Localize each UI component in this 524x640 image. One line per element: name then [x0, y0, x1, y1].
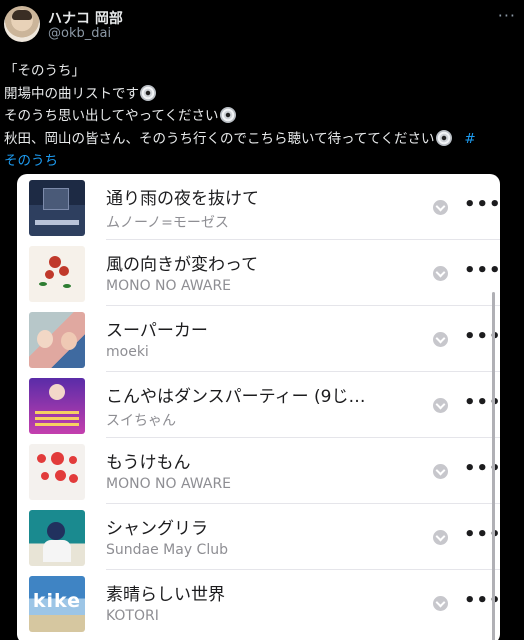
- tweet-line: そのうち思い出してやってください: [4, 105, 520, 128]
- track-row[interactable]: 通り雨の夜を抜けて ムノーノ=モーゼス •••: [17, 174, 500, 240]
- tweet-line: 「そのうち」: [4, 63, 85, 79]
- download-icon[interactable]: [433, 266, 448, 281]
- track-title: 素晴らしい世界: [106, 585, 225, 605]
- download-icon[interactable]: [433, 200, 448, 215]
- tweet: ハナコ 岡部 @okb_dai ··· 「そのうち」 開場中の曲リストです その…: [0, 0, 524, 640]
- more-icon[interactable]: •••: [464, 260, 500, 281]
- disc-icon: [219, 107, 236, 123]
- album-art: [29, 312, 85, 368]
- scrollbar[interactable]: [492, 292, 495, 640]
- track-row[interactable]: もうけもん MONO NO AWARE •••: [17, 438, 500, 504]
- hashtag-link[interactable]: #: [464, 131, 475, 147]
- album-art: [29, 378, 85, 434]
- track-artist: ムノーノ=モーゼス: [106, 215, 229, 231]
- album-art: [29, 444, 85, 500]
- album-art: [29, 180, 85, 236]
- track-row[interactable]: こんやはダンスパーティー (9じ… スイちゃん •••: [17, 372, 500, 438]
- track-row[interactable]: kike 素晴らしい世界 KOTORI •••: [17, 570, 500, 636]
- tweet-line: 開場中の曲リストです: [4, 83, 520, 106]
- download-icon[interactable]: [433, 596, 448, 611]
- album-art: [29, 510, 85, 566]
- tweet-line: そのうち: [4, 150, 520, 173]
- disc-icon: [140, 84, 156, 101]
- album-art: [29, 246, 85, 302]
- download-icon[interactable]: [433, 530, 448, 545]
- hashtag-link[interactable]: そのうち: [4, 153, 58, 169]
- track-artist: Sundae May Club: [106, 542, 228, 558]
- tweet-line: 秋田、岡山の皆さん、そのうち行くのでこちら聴いて待っててください #: [4, 129, 476, 147]
- track-title: 通り雨の夜を抜けて: [106, 189, 259, 209]
- track-title: スーパーカー: [106, 321, 208, 341]
- album-art: kike: [29, 576, 85, 632]
- track-title: シャングリラ: [106, 519, 208, 539]
- track-artist: moeki: [106, 344, 149, 360]
- tweet-text: 「そのうち」 開場中の曲リストです そのうち思い出してやってください 秋田、岡山…: [4, 60, 520, 173]
- more-options-icon[interactable]: ···: [498, 6, 516, 25]
- more-icon[interactable]: •••: [464, 194, 500, 215]
- disc-icon: [435, 129, 452, 146]
- track-title: もうけもん: [106, 453, 191, 473]
- track-row[interactable]: 風の向きが変わって MONO NO AWARE •••: [17, 240, 500, 306]
- tweet-header: ハナコ 岡部 @okb_dai ···: [4, 6, 520, 46]
- playlist-embed: 通り雨の夜を抜けて ムノーノ=モーゼス ••• 風の向きが変わって MONO N…: [17, 174, 500, 640]
- track-artist: KOTORI: [106, 608, 159, 624]
- track-title: 風の向きが変わって: [106, 255, 259, 275]
- track-artist: MONO NO AWARE: [106, 476, 232, 492]
- display-name[interactable]: ハナコ 岡部: [48, 8, 123, 28]
- download-icon[interactable]: [433, 398, 448, 413]
- track-artist: MONO NO AWARE: [106, 278, 232, 294]
- avatar[interactable]: [4, 6, 40, 42]
- download-icon[interactable]: [433, 464, 448, 479]
- track-title: こんやはダンスパーティー (9じ…: [106, 387, 366, 407]
- track-row[interactable]: スーパーカー moeki •••: [17, 306, 500, 372]
- track-artist: スイちゃん: [106, 413, 176, 429]
- download-icon[interactable]: [433, 332, 448, 347]
- user-handle[interactable]: @okb_dai: [48, 26, 111, 41]
- track-row[interactable]: シャングリラ Sundae May Club •••: [17, 504, 500, 570]
